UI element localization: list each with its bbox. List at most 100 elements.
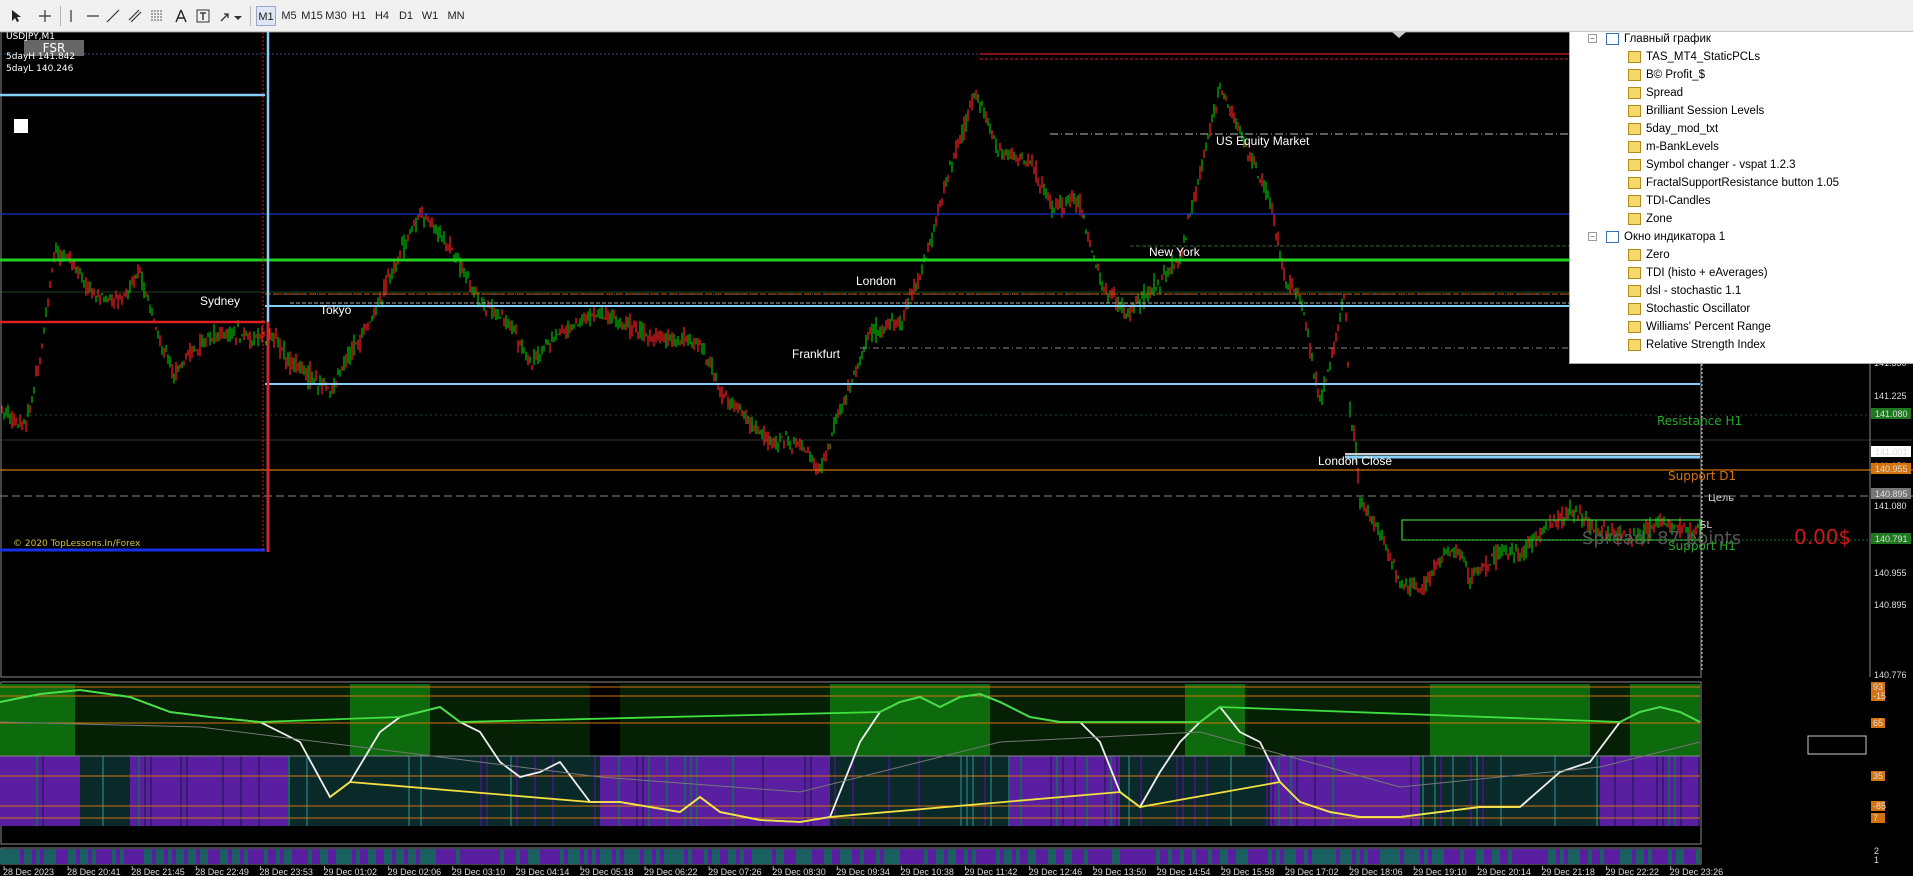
indicator-zone: [80, 756, 130, 826]
price-tag-label: 141.001: [1875, 447, 1908, 457]
tdi-candle-bar: [1528, 849, 1532, 864]
tdi-candle-bar: [1028, 849, 1032, 864]
indicator-value-box[interactable]: [1807, 735, 1867, 755]
tdi-candle-bar: [152, 849, 156, 864]
tdi-candle-bar: [1492, 849, 1496, 864]
histo-bar: [984, 756, 986, 826]
histo-bar: [1662, 756, 1664, 826]
tdi-candle-bar: [1496, 849, 1500, 864]
price-axis-label: 140.895: [1874, 600, 1907, 610]
time-axis-label: 29 Dec 12:46: [1029, 867, 1083, 876]
session-frankfurt: Frankfurt: [792, 347, 841, 361]
timeframe-m15[interactable]: M15: [301, 6, 323, 26]
tdi-candle-bar: [804, 849, 808, 864]
histo-bar: [1596, 756, 1598, 826]
collapse-icon[interactable]: −: [1588, 34, 1597, 43]
timeframe-mn[interactable]: MN: [444, 6, 468, 26]
tdi-candle-bar: [1688, 849, 1692, 864]
text-icon[interactable]: [172, 5, 190, 27]
tdi-candle-bar: [784, 849, 788, 864]
histo-bar: [1008, 756, 1010, 826]
tdi-candle-bar: [1084, 849, 1088, 864]
timeframe-w1[interactable]: W1: [420, 6, 440, 26]
tdi-candle-bar: [1668, 849, 1672, 864]
tdi-candle-bar: [1112, 849, 1116, 864]
tdi-candle-bar: [164, 849, 168, 864]
tdi-candle-bar: [44, 849, 48, 864]
tdi-candle-bar: [1068, 849, 1072, 864]
indicator-zone: [620, 684, 830, 756]
tdi-candle-bar: [1476, 849, 1480, 864]
tdi-candle-bar: [956, 849, 960, 864]
tdi-candle-bar: [604, 849, 608, 864]
arrows-dropdown-icon[interactable]: [218, 5, 244, 27]
tdi-candle-bar: [972, 849, 976, 864]
timeframe-d1[interactable]: D1: [396, 6, 416, 26]
tdi-candle-bar: [1608, 849, 1612, 864]
tdi-candle-bar: [544, 849, 548, 864]
tdi-candle-bar: [288, 849, 292, 864]
tdi-candle-bar: [1652, 849, 1656, 864]
tdi-candle-bar: [1576, 849, 1580, 864]
tdi-candle-bar: [1268, 849, 1272, 864]
collapse-icon[interactable]: −: [1588, 232, 1597, 241]
tdi-candle-bar: [624, 849, 628, 864]
tdi-candle-bar: [1208, 849, 1212, 864]
time-axis-label: 29 Dec 17:02: [1285, 867, 1339, 876]
tdi-candle-bar: [400, 849, 404, 864]
tdi-candle-bar: [216, 849, 220, 864]
channel-icon[interactable]: [126, 5, 144, 27]
histo-bar: [990, 756, 992, 826]
tdi-candle-bar: [52, 849, 56, 864]
tdi-candle-bar: [1356, 849, 1360, 864]
tdi-candle-bar: [100, 849, 104, 864]
tdi-candle-bar: [1052, 849, 1056, 864]
timeframe-h4[interactable]: H4: [372, 6, 392, 26]
tdi-candle-bar: [472, 849, 476, 864]
tdi-candle-bar: [1312, 849, 1316, 864]
chart-checkbox[interactable]: [14, 119, 28, 133]
fibonacci-icon[interactable]: [148, 5, 166, 27]
five-day-high-label: 5dayH 141.842: [6, 52, 75, 62]
tdi-candle-bar: [1200, 849, 1204, 864]
indicators-tree-panel: − Главный график TAS_MT4_StaticPCLs B© Prof…: [1569, 32, 1913, 364]
timeframe-m1[interactable]: M1: [256, 6, 276, 26]
tdi-candle-bar: [464, 849, 468, 864]
tdi-candle-bar: [700, 849, 704, 864]
vertical-line-icon[interactable]: [62, 5, 80, 27]
tdi-candle-bar: [1232, 849, 1236, 864]
timeframe-m30[interactable]: M30: [325, 6, 347, 26]
tdi-candle-bar: [1500, 849, 1504, 864]
tree-item-label: 5day_mod_txt: [1646, 123, 1719, 135]
tdi-candle-bar: [84, 849, 88, 864]
tdi-candle-bar: [676, 849, 680, 864]
tdi-candle-bar: [1204, 849, 1208, 864]
cursor-icon[interactable]: [8, 5, 26, 27]
tdi-candle-bar: [592, 849, 596, 864]
tdi-candle-bar: [672, 849, 676, 864]
text-label-icon[interactable]: [194, 5, 212, 27]
tdi-candle-bar: [1424, 849, 1428, 864]
tdi-candle-bar: [1176, 849, 1180, 864]
tdi-candle-bar: [448, 849, 452, 864]
tdi-candle-bar: [1564, 849, 1568, 864]
tdi-candle-bar: [136, 849, 140, 864]
time-axis-label: 29 Dec 15:58: [1221, 867, 1275, 876]
chart-area[interactable]: FSR USDJPY,M1 5dayH 141.842 5dayL 140.246 © …: [0, 32, 1913, 876]
horizontal-line-icon[interactable]: [84, 5, 102, 27]
tdi-candle-bar: [1060, 849, 1064, 864]
timeframe-m5[interactable]: M5: [280, 6, 298, 26]
session-london: London: [856, 274, 896, 288]
profit-text: 0.00$: [1794, 525, 1851, 549]
time-axis-label: 29 Dec 08:30: [772, 867, 826, 876]
indicator-icon: [1628, 213, 1641, 225]
crosshair-icon[interactable]: [36, 5, 54, 27]
tdi-candle-bar: [832, 849, 836, 864]
timeframe-h1[interactable]: H1: [349, 6, 369, 26]
trendline-icon[interactable]: [104, 5, 122, 27]
tdi-candle-bar: [952, 849, 956, 864]
tdi-candle-bar: [188, 849, 192, 864]
tdi-candle-bar: [884, 849, 888, 864]
tdi-candle-bar: [452, 849, 456, 864]
tdi-candle-bar: [1332, 849, 1336, 864]
